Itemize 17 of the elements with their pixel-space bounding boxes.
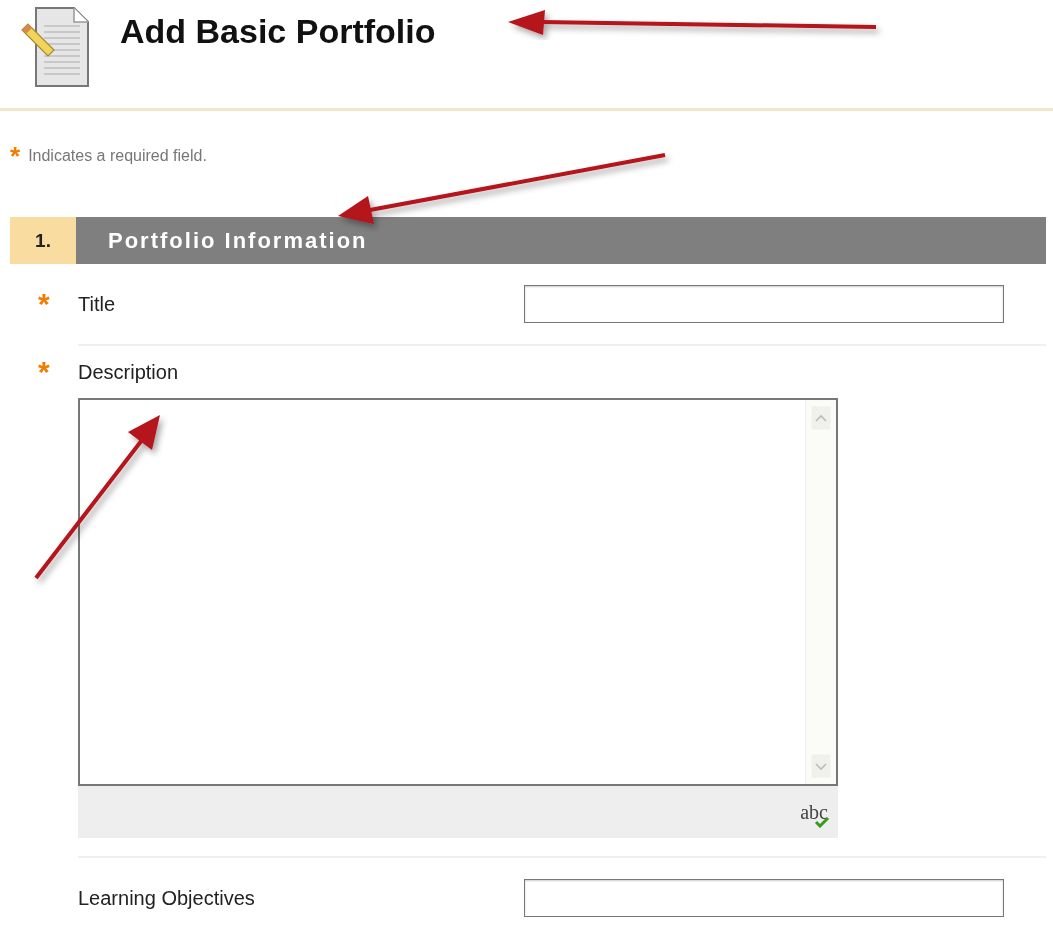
required-indicator: * [38, 357, 50, 387]
field-label: Description [78, 360, 180, 384]
scroll-up-icon[interactable] [811, 406, 831, 430]
section-title: Portfolio Information [76, 217, 1046, 264]
text-area[interactable] [78, 398, 838, 786]
required-indicator: * [10, 143, 21, 169]
spellcheck-button[interactable]: abc [800, 792, 838, 832]
scroll-down-icon[interactable] [811, 754, 831, 778]
page-title: Add Basic Portfolio [120, 12, 436, 51]
input-field[interactable] [524, 879, 1004, 917]
required-indicator: * [38, 289, 50, 319]
section-number: 1. [10, 217, 76, 264]
required-legend: Indicates a required field. [28, 147, 207, 165]
scrollbar[interactable] [805, 400, 836, 784]
input-field[interactable] [524, 285, 1004, 323]
field-label: Learning Objectives [78, 886, 256, 910]
field-label: Title [78, 292, 117, 316]
